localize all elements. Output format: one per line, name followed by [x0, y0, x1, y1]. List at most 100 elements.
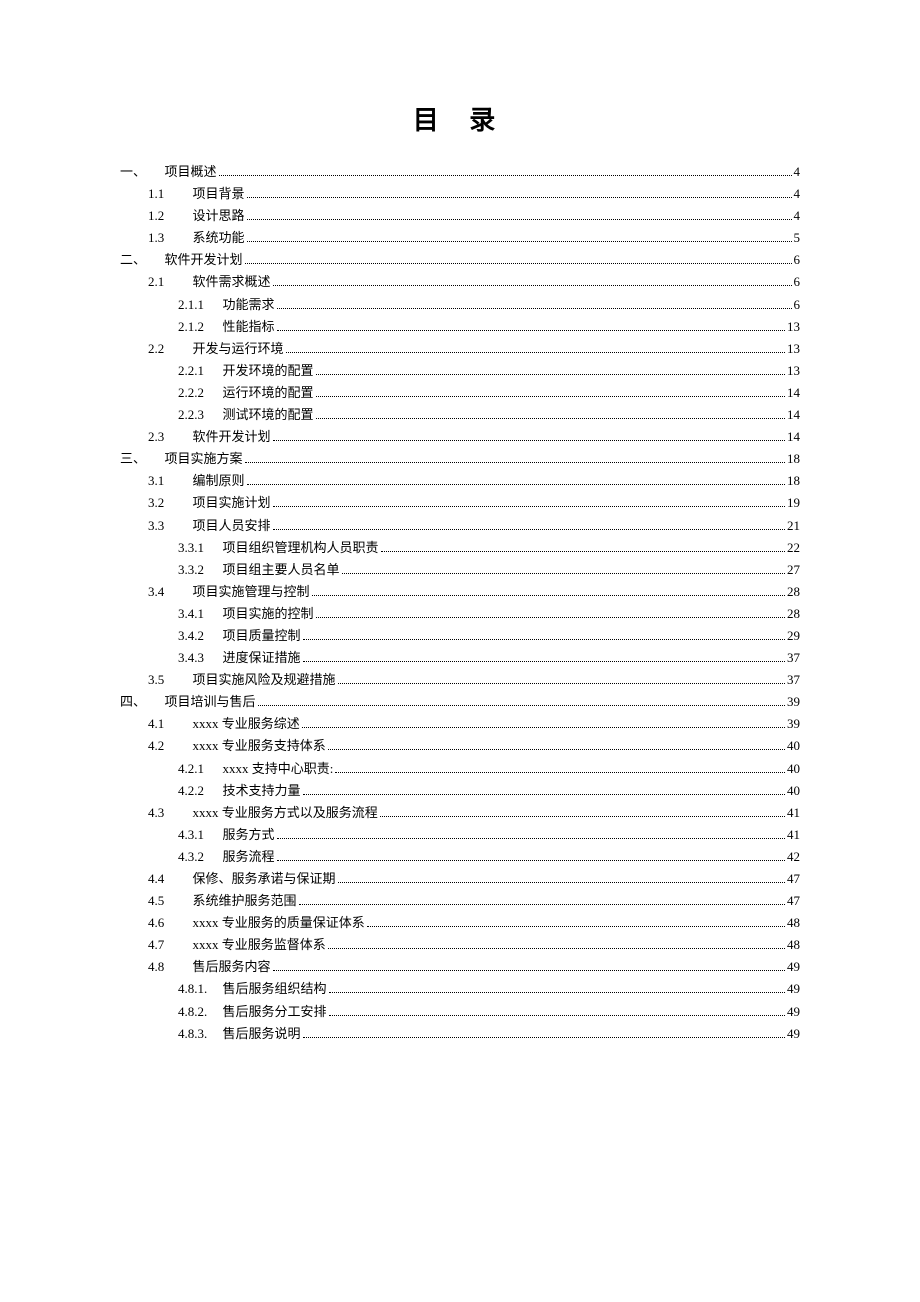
toc-page-number: 18 [787, 448, 800, 470]
toc-leader-dots [329, 980, 785, 993]
toc-entry: 3.4.2 项目质量控制29 [120, 625, 800, 647]
toc-entry: 2.2.1 开发环境的配置13 [120, 360, 800, 382]
toc-label: 进度保证措施 [223, 647, 301, 669]
toc-label: 服务方式 [223, 824, 275, 846]
toc-page-number: 39 [787, 713, 800, 735]
toc-page-number: 48 [787, 912, 800, 934]
toc-leader-dots [277, 848, 785, 861]
toc-label: xxxx 专业服务综述 [193, 713, 300, 735]
toc-number: 2.2.2 [178, 382, 216, 404]
toc-page-number: 18 [787, 470, 800, 492]
toc-entry: 4.3 xxxx 专业服务方式以及服务流程41 [120, 802, 800, 824]
toc-page-number: 28 [787, 581, 800, 603]
toc-label: 项目人员安排 [193, 515, 271, 537]
toc-leader-dots [286, 340, 785, 353]
toc-label: 项目实施方案 [165, 448, 243, 470]
toc-leader-dots [273, 517, 785, 530]
toc-page-number: 6 [794, 249, 801, 271]
toc-number: 一、 [120, 161, 158, 183]
toc-number: 3.4 [148, 581, 186, 603]
toc-page-number: 14 [787, 426, 800, 448]
toc-entry: 2.3 软件开发计划14 [120, 426, 800, 448]
toc-entry: 4.8 售后服务内容49 [120, 956, 800, 978]
toc-label: 项目实施的控制 [223, 603, 314, 625]
toc-entry: 4.8.2. 售后服务分工安排49 [120, 1001, 800, 1023]
toc-page-number: 28 [787, 603, 800, 625]
toc-page-number: 37 [787, 647, 800, 669]
toc-label: 功能需求 [223, 294, 275, 316]
toc-leader-dots [245, 251, 792, 264]
toc-number: 4.2.1 [178, 758, 216, 780]
toc-page-number: 49 [787, 978, 800, 1000]
toc-entry: 2.2.3 测试环境的配置14 [120, 404, 800, 426]
toc-leader-dots [342, 561, 785, 574]
toc-entry: 4.7 xxxx 专业服务监督体系48 [120, 934, 800, 956]
toc-page-number: 49 [787, 956, 800, 978]
toc-page-number: 40 [787, 735, 800, 757]
toc-number: 3.4.2 [178, 625, 216, 647]
toc-number: 1.2 [148, 205, 186, 227]
toc-entry: 4.1 xxxx 专业服务综述 39 [120, 713, 800, 735]
toc-entry: 二、 软件开发计划 6 [120, 249, 800, 271]
toc-label: 项目培训与售后 [165, 691, 256, 713]
toc-page-number: 13 [787, 360, 800, 382]
toc-number: 2.1.1 [178, 294, 216, 316]
toc-entry: 2.1.1 功能需求 6 [120, 294, 800, 316]
toc-page-number: 41 [787, 824, 800, 846]
toc-page-number: 41 [787, 802, 800, 824]
toc-label: 售后服务分工安排 [223, 1001, 327, 1023]
toc-leader-dots [316, 605, 785, 618]
toc-page-number: 6 [794, 294, 801, 316]
toc-number: 4.8 [148, 956, 186, 978]
toc-number: 4.1 [148, 713, 186, 735]
toc-entry: 3.4 项目实施管理与控制28 [120, 581, 800, 603]
toc-leader-dots [381, 539, 785, 552]
toc-page-number: 40 [787, 758, 800, 780]
toc-entry: 2.2.2 运行环境的配置14 [120, 382, 800, 404]
toc-entry: 1.1 项目背景4 [120, 183, 800, 205]
toc-page-number: 13 [787, 338, 800, 360]
toc-label: 软件开发计划 [165, 249, 243, 271]
toc-number: 二、 [120, 249, 158, 271]
toc-entry: 三、 项目实施方案18 [120, 448, 800, 470]
toc-page-number: 40 [787, 780, 800, 802]
toc-number: 4.3 [148, 802, 186, 824]
toc-label: xxxx 专业服务支持体系 [193, 735, 326, 757]
toc-entry: 4.2 xxxx 专业服务支持体系40 [120, 735, 800, 757]
toc-entry: 1.3 系统功能5 [120, 227, 800, 249]
toc-page-number: 48 [787, 934, 800, 956]
toc-entry: 4.2.1 xxxx 支持中心职责:40 [120, 758, 800, 780]
toc-entry: 3.5 项目实施风险及规避措施37 [120, 669, 800, 691]
page-title: 目 录 [120, 100, 800, 137]
toc-number: 4.6 [148, 912, 186, 934]
toc-page-number: 4 [794, 161, 801, 183]
toc-leader-dots [247, 229, 792, 242]
toc-entry: 四、 项目培训与售后39 [120, 691, 800, 713]
toc-leader-dots [328, 936, 785, 949]
toc-entry: 3.1 编制原则18 [120, 470, 800, 492]
toc-entry: 4.2.2 技术支持力量40 [120, 780, 800, 802]
toc-entry: 4.8.1. 售后服务组织结构49 [120, 978, 800, 1000]
toc-leader-dots [367, 914, 785, 927]
toc-page-number: 37 [787, 669, 800, 691]
toc-entry: 4.6 xxxx 专业服务的质量保证体系 48 [120, 912, 800, 934]
toc-leader-dots [303, 782, 785, 795]
toc-leader-dots [328, 737, 785, 750]
toc-page-number: 19 [787, 492, 800, 514]
toc-label: 软件开发计划 [193, 426, 271, 448]
toc-label: xxxx 专业服务的质量保证体系 [193, 912, 365, 934]
toc-number: 1.1 [148, 183, 186, 205]
toc-label: 项目概述 [165, 161, 217, 183]
toc-label: 系统维护服务范围 [193, 890, 297, 912]
toc-leader-dots [335, 760, 785, 773]
toc-page-number: 49 [787, 1001, 800, 1023]
toc-page-number: 14 [787, 382, 800, 404]
toc-entry: 3.3.2 项目组主要人员名单27 [120, 559, 800, 581]
toc-leader-dots [316, 384, 785, 397]
toc-page-number: 39 [787, 691, 800, 713]
toc-label: 项目实施风险及规避措施 [193, 669, 336, 691]
toc-page-number: 5 [794, 227, 801, 249]
toc-entry: 一、 项目概述 4 [120, 161, 800, 183]
toc-entry: 2.1.2 性能指标13 [120, 316, 800, 338]
toc-page-number: 22 [787, 537, 800, 559]
